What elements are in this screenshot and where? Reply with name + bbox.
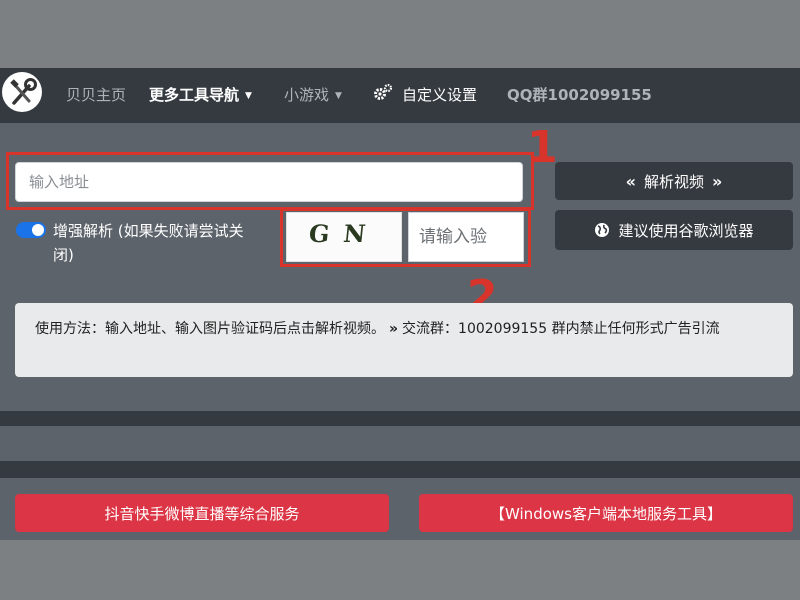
bottom-letterbox (0, 540, 800, 600)
section-divider (0, 411, 800, 426)
nav-games[interactable]: 小游戏 ▼ (284, 84, 342, 105)
section-divider (0, 461, 800, 478)
nav-more-tools-label: 更多工具导航 (149, 86, 240, 104)
nav-qq-group: QQ群1002099155 (507, 86, 652, 104)
browser-suggestion-label: 建议使用谷歌浏览器 (618, 221, 754, 240)
nav-home[interactable]: 贝贝主页 (66, 84, 126, 105)
nav-settings[interactable]: 自定义设置 (402, 84, 477, 105)
toggle-knob (32, 224, 44, 236)
parse-video-button[interactable]: « 解析视频 » (555, 162, 793, 200)
usage-text: 使用方法：输入地址、输入图片验证码后点击解析视频。 (35, 321, 385, 337)
double-chevron-left-icon: « (625, 171, 636, 191)
highlight-box-address (6, 152, 534, 210)
double-chevron-right-icon: » (712, 171, 723, 191)
douyin-services-button[interactable]: 抖音快手微博直播等综合服务 (15, 494, 389, 532)
windows-client-button[interactable]: 【Windows客户端本地服务工具】 (419, 494, 793, 532)
nav-more-tools[interactable]: 更多工具导航 ▼ (149, 84, 252, 105)
globe-icon (595, 223, 610, 237)
top-letterbox (0, 0, 800, 68)
empty-section (0, 426, 800, 461)
usage-info-box: 使用方法：输入地址、输入图片验证码后点击解析视频。» 交流群：1002099155… (15, 303, 793, 377)
caret-down-icon: ▼ (245, 90, 252, 101)
caret-down-icon: ▼ (335, 90, 342, 101)
group-text: 交流群：1002099155 群内禁止任何形式广告引流 (402, 321, 720, 337)
highlight-box-captcha (280, 208, 531, 267)
annotation-marker-1: 1 (527, 122, 558, 173)
nav-games-label: 小游戏 (284, 86, 330, 104)
enhance-label: 增强解析 (如果失败请尝试关闭) (53, 222, 244, 264)
tools-logo-icon[interactable] (2, 72, 42, 112)
enhance-toggle[interactable] (16, 222, 46, 238)
double-chevron-right-icon: » (389, 321, 399, 337)
parse-video-label: 解析视频 (643, 172, 704, 191)
gears-icon (374, 83, 393, 100)
browser-suggestion-button[interactable]: 建议使用谷歌浏览器 (555, 210, 793, 250)
